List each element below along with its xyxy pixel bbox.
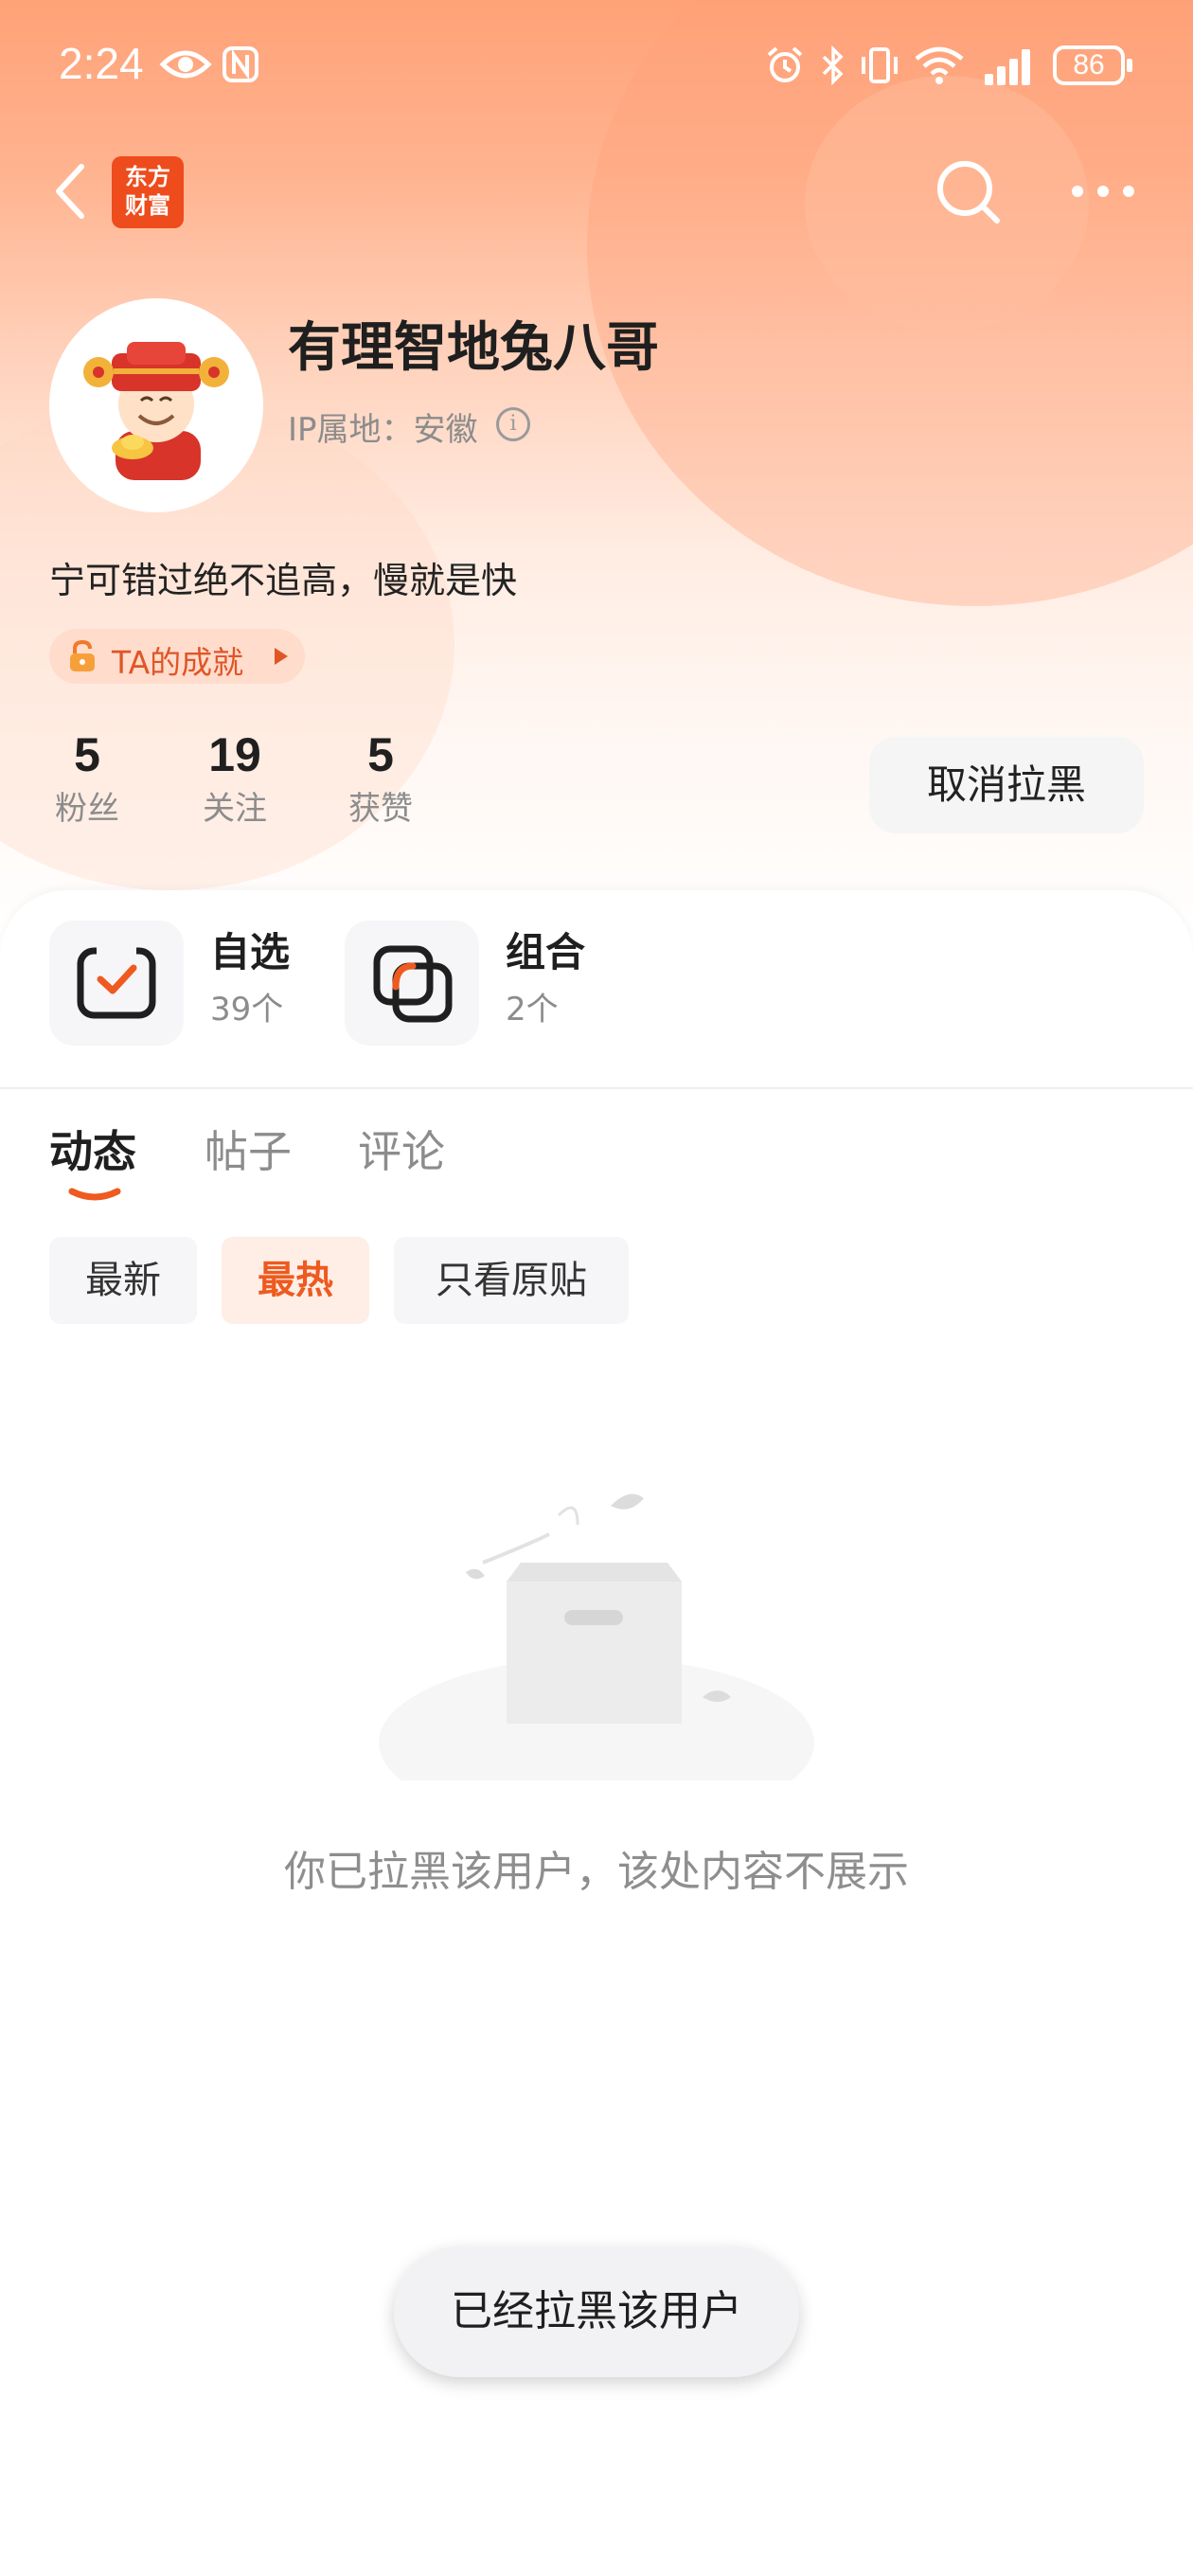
- stat-following[interactable]: 19 关注: [169, 724, 301, 832]
- portfolio-entry[interactable]: 组合 2个: [345, 921, 629, 1046]
- app-logo: 东方 财富: [112, 156, 184, 228]
- filter-hottest[interactable]: 最热: [222, 1237, 369, 1324]
- watchlist-title: 自选: [210, 929, 291, 975]
- stat-value: 5: [74, 728, 100, 781]
- tab-posts[interactable]: 帖子: [205, 1118, 292, 1180]
- tab-activity[interactable]: 动态: [49, 1118, 136, 1180]
- battery-indicator: 86: [1053, 45, 1132, 85]
- portfolio-count: 2个: [506, 991, 559, 1029]
- signal-icon: [985, 47, 1038, 85]
- watchlist-check-icon: [49, 921, 184, 1046]
- watchlist-entry[interactable]: 自选 39个: [49, 921, 333, 1046]
- empty-message: 你已拉黑该用户，该处内容不展示: [284, 1848, 909, 1896]
- stat-label: 获赞: [348, 790, 413, 828]
- filter-original-only[interactable]: 只看原贴: [394, 1237, 629, 1324]
- avatar[interactable]: [49, 298, 263, 512]
- logo-text-top: 东方: [125, 164, 170, 190]
- ip-location: IP属地：安徽: [288, 411, 478, 449]
- stat-value: 19: [208, 728, 261, 781]
- back-icon[interactable]: [49, 159, 95, 224]
- info-icon[interactable]: i: [496, 407, 530, 441]
- stat-likes[interactable]: 5 获赞: [314, 724, 447, 832]
- stat-followers[interactable]: 5 粉丝: [21, 724, 153, 832]
- portfolio-icon: [345, 921, 479, 1046]
- divider: [0, 1087, 1193, 1089]
- achievement-button[interactable]: TA的成就: [49, 629, 305, 684]
- lock-icon: [66, 639, 98, 673]
- stat-label: 粉丝: [55, 790, 119, 828]
- active-tab-indicator: [68, 1186, 121, 1203]
- nfc-icon: [222, 45, 259, 92]
- vibrate-icon: [858, 45, 901, 94]
- search-icon[interactable]: [933, 156, 1005, 228]
- toast-message: 已经拉黑该用户: [394, 2246, 799, 2377]
- portfolio-title: 组合: [506, 929, 586, 975]
- profile-name: 有理智地兔八哥: [288, 317, 659, 379]
- unblock-button[interactable]: 取消拉黑: [869, 737, 1144, 833]
- stat-label: 关注: [203, 790, 267, 828]
- achievement-label: TA的成就: [112, 644, 244, 681]
- eye-icon: [159, 45, 212, 92]
- wifi-icon: [913, 45, 966, 94]
- status-bar: 2:24 86: [0, 0, 1193, 133]
- more-icon[interactable]: [1070, 180, 1136, 203]
- logo-text-bottom: 财富: [125, 192, 170, 219]
- alarm-icon: [765, 45, 805, 94]
- profile-bio: 宁可错过绝不追高，慢就是快: [49, 560, 518, 601]
- bluetooth-icon: [820, 45, 846, 94]
- status-time: 2:24: [59, 39, 144, 88]
- tab-comments[interactable]: 评论: [358, 1118, 445, 1180]
- stat-value: 5: [367, 728, 394, 781]
- watchlist-count: 39个: [210, 991, 284, 1029]
- filter-latest[interactable]: 最新: [49, 1237, 197, 1324]
- arrow-right-icon: [275, 648, 288, 665]
- empty-box-illustration: [360, 1477, 833, 1828]
